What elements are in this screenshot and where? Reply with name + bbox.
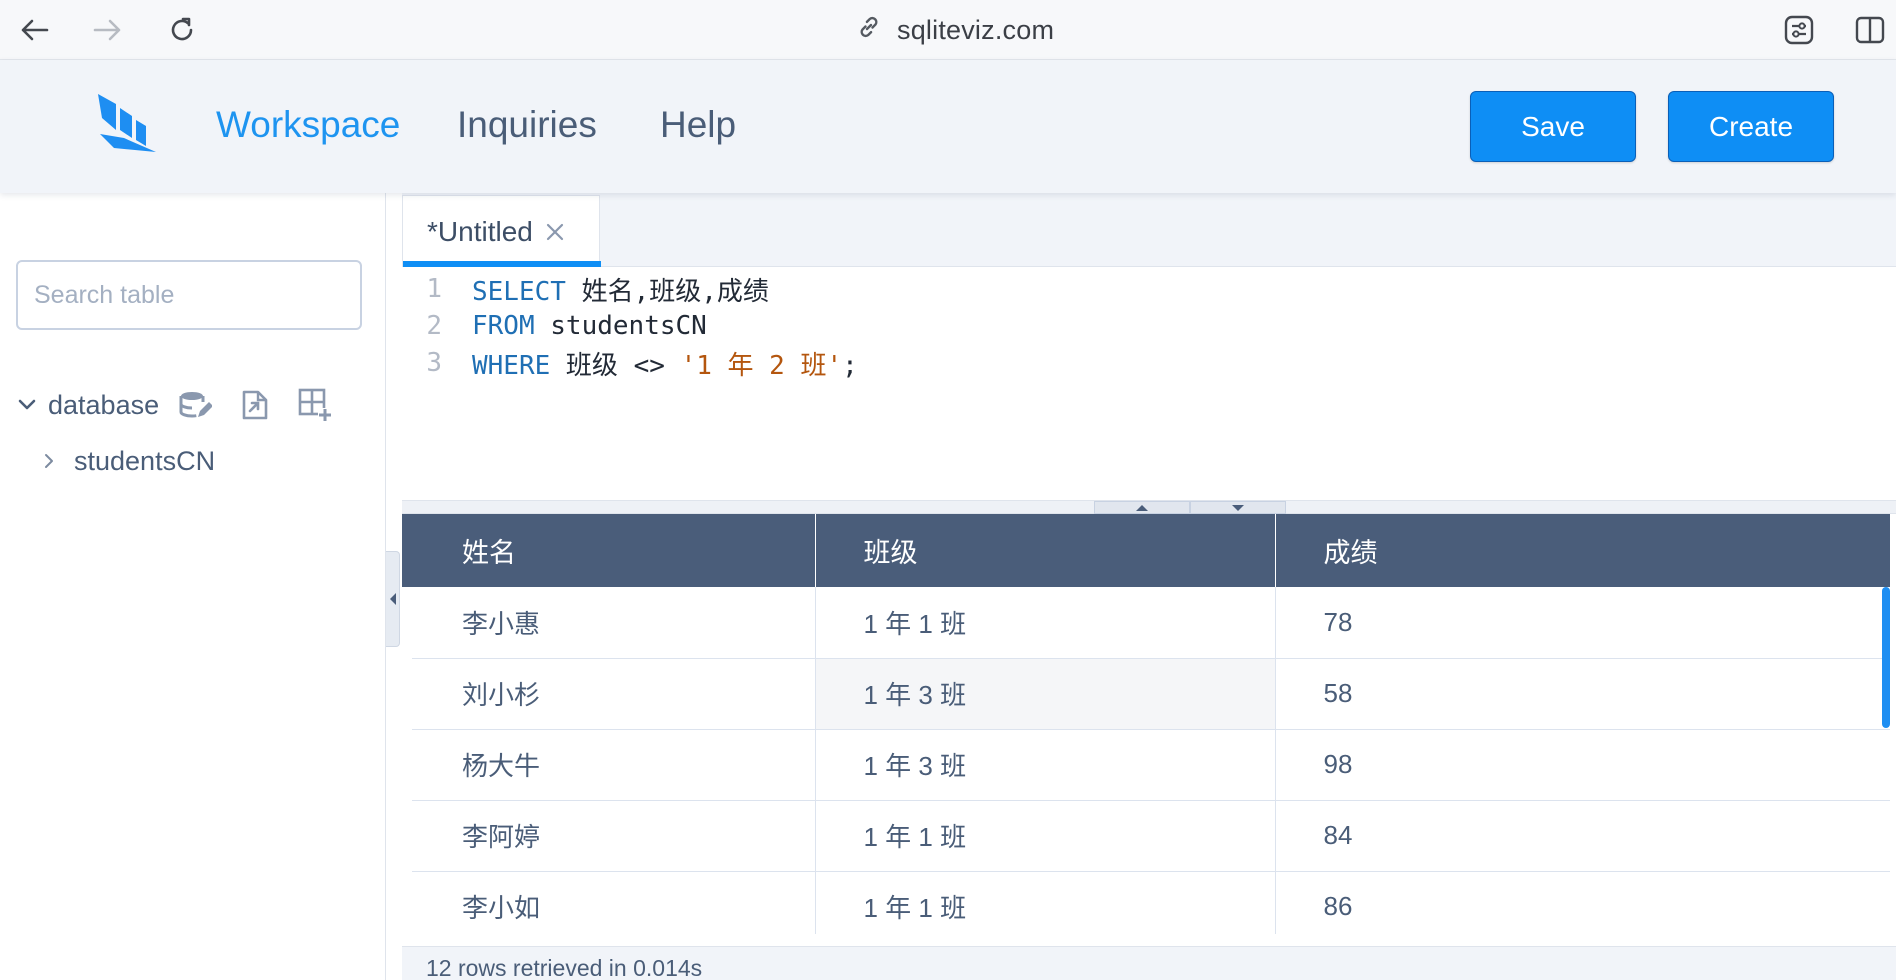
link-icon — [855, 13, 883, 48]
forward-arrow-icon[interactable] — [86, 8, 130, 52]
grid-header-edge — [402, 514, 412, 587]
code-line: 2 FROM studentsCN — [402, 308, 706, 344]
table-cell[interactable]: 1 年 3 班 — [815, 729, 1276, 801]
line-number: 3 — [426, 348, 442, 378]
table-cell[interactable]: 78 — [1275, 587, 1890, 659]
chevron-down-icon[interactable] — [16, 394, 38, 416]
close-icon[interactable] — [543, 220, 567, 244]
workspace-main: *Untitled 1 SELECT 姓名,班级,成绩 2 FROM stude… — [402, 193, 1896, 980]
sql-text: ; — [842, 350, 858, 381]
table-cell[interactable]: 杨大牛 — [412, 729, 816, 801]
create-button[interactable]: Create — [1668, 91, 1834, 162]
url-text: sqliteviz.com — [897, 14, 1055, 45]
nav-workspace[interactable]: Workspace — [216, 103, 400, 147]
table-cell[interactable]: 98 — [1275, 729, 1890, 801]
table-cell[interactable]: 1 年 3 班 — [815, 658, 1276, 730]
column-header[interactable]: 成绩 — [1275, 514, 1891, 587]
edit-database-icon[interactable] — [173, 383, 217, 427]
database-label: database — [48, 389, 160, 420]
tab-untitled[interactable]: *Untitled — [402, 195, 601, 268]
browser-toolbar: sqliteviz.com — [0, 0, 1896, 60]
header-row: 姓名 班级 成绩 — [412, 514, 1891, 587]
table-row: 李小惠 1 年 1 班 78 — [412, 587, 1890, 659]
table-cell[interactable]: 李小如 — [412, 871, 816, 934]
reload-icon[interactable] — [160, 8, 204, 52]
table-node-studentscn[interactable]: studentsCN — [40, 441, 215, 481]
table-cell[interactable]: 刘小杉 — [412, 658, 816, 730]
back-arrow-icon[interactable] — [12, 8, 56, 52]
sqliteviz-logo-icon[interactable] — [94, 90, 160, 156]
split-view-icon[interactable] — [1852, 12, 1888, 48]
table-row: 杨大牛 1 年 3 班 98 — [412, 729, 1890, 801]
table-name: studentsCN — [74, 445, 216, 476]
table-row: 刘小杉 1 年 3 班 58 — [412, 658, 1890, 730]
code-line: 1 SELECT 姓名,班级,成绩 — [402, 271, 769, 307]
sql-keyword: WHERE — [472, 350, 551, 381]
table-cell[interactable]: 1 年 1 班 — [815, 587, 1276, 659]
sql-keyword: FROM — [472, 311, 535, 341]
tabs-bar: *Untitled — [402, 193, 1896, 268]
database-node[interactable]: database — [16, 383, 353, 427]
sql-keyword: SELECT — [472, 276, 566, 307]
site-settings-icon[interactable] — [1781, 12, 1817, 48]
search-table-input[interactable] — [16, 260, 362, 330]
table-cell[interactable]: 84 — [1275, 800, 1890, 872]
table-cell[interactable]: 李阿婷 — [412, 800, 816, 872]
table-row: 李阿婷 1 年 1 班 84 — [412, 800, 1890, 872]
sql-string: '1 年 2 班' — [680, 350, 843, 381]
schema-sidebar: database studentsCN — [0, 193, 386, 980]
results-grid: 姓名 班级 成绩 李小惠 1 年 1 班 78 刘小杉 1 年 3 班 58 杨… — [402, 514, 1896, 934]
editor-results-splitter[interactable] — [402, 500, 1896, 514]
table-cell[interactable]: 1 年 1 班 — [815, 871, 1276, 934]
column-header[interactable]: 姓名 — [412, 514, 816, 587]
rows-retrieved-text: 12 rows retrieved in 0.014s — [426, 955, 703, 980]
export-database-icon[interactable] — [233, 383, 277, 427]
app-header: Workspace Inquiries Help Save Create — [0, 60, 1896, 193]
table-cell[interactable]: 1 年 1 班 — [815, 800, 1276, 872]
address-bar[interactable]: sqliteviz.com — [855, 10, 1054, 50]
save-button[interactable]: Save — [1470, 91, 1636, 162]
table-cell[interactable]: 58 — [1275, 658, 1890, 730]
results-scrollbar[interactable] — [1882, 587, 1890, 728]
sql-text: 班级 <> — [550, 350, 681, 381]
sql-editor[interactable]: 1 SELECT 姓名,班级,成绩 2 FROM studentsCN 3 WH… — [402, 267, 1896, 500]
table-cell[interactable]: 李小惠 — [412, 587, 816, 659]
nav-help[interactable]: Help — [660, 103, 736, 147]
line-number: 2 — [426, 311, 442, 341]
sql-text: studentsCN — [534, 311, 707, 341]
sql-text: 姓名,班级,成绩 — [565, 276, 769, 307]
table-row: 李小如 1 年 1 班 86 — [412, 871, 1890, 934]
expand-down-icon[interactable] — [1190, 501, 1286, 514]
code-line: 3 WHERE 班级 <> '1 年 2 班'; — [402, 345, 857, 381]
expand-up-icon[interactable] — [1094, 501, 1190, 514]
results-table: 姓名 班级 成绩 李小惠 1 年 1 班 78 刘小杉 1 年 3 班 58 杨… — [412, 514, 1891, 934]
column-header[interactable]: 班级 — [815, 514, 1276, 587]
chevron-right-icon[interactable] — [40, 452, 58, 470]
status-bar: 12 rows retrieved in 0.014s — [402, 946, 1896, 980]
collapse-sidebar-handle[interactable] — [386, 551, 400, 647]
tab-title: *Untitled — [427, 215, 533, 247]
line-number: 1 — [426, 274, 442, 304]
table-cell[interactable]: 86 — [1275, 871, 1890, 934]
nav-inquiries[interactable]: Inquiries — [457, 103, 597, 147]
add-table-icon[interactable] — [293, 383, 337, 427]
